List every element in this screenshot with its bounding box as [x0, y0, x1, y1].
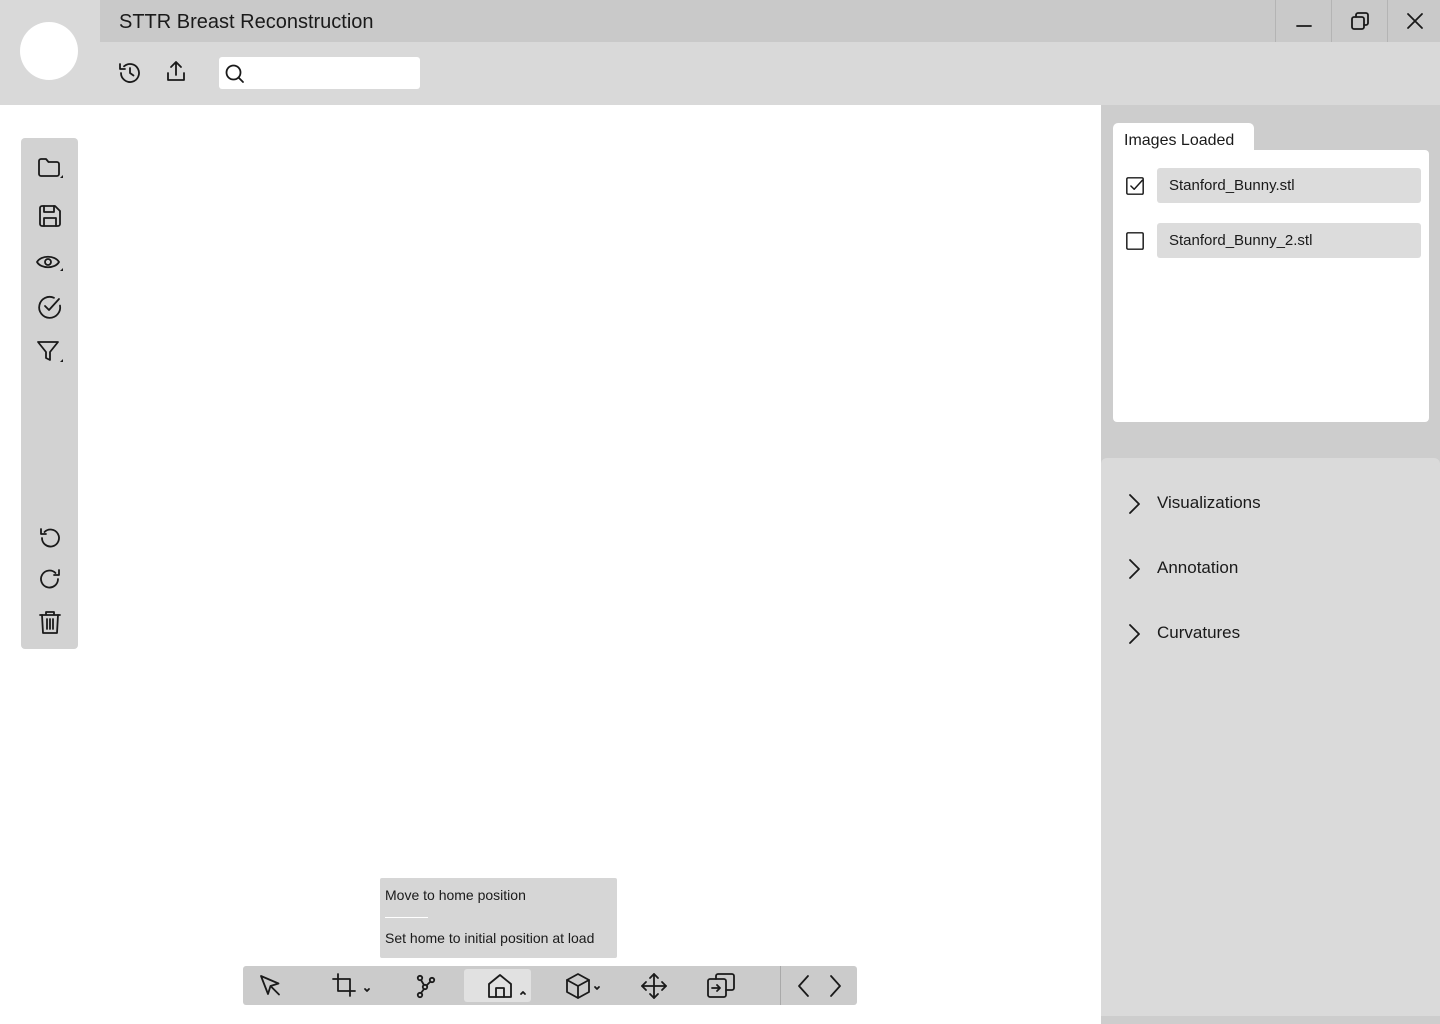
- toolbar-divider: [780, 966, 781, 1005]
- save-icon: [38, 205, 61, 227]
- minimize-icon: [1296, 25, 1312, 27]
- tab-label: Images Loaded: [1124, 132, 1235, 149]
- app-title: STTR Breast Reconstruction: [119, 11, 374, 33]
- view-icon: [35, 255, 63, 271]
- close-button[interactable]: [1387, 0, 1440, 42]
- crop-icon: [332, 972, 370, 997]
- file-chip[interactable]: Stanford_Bunny_2.stl: [1157, 223, 1421, 258]
- search-box[interactable]: [219, 57, 420, 89]
- section-annotation[interactable]: Annotation: [1101, 548, 1440, 588]
- section-label: Annotation: [1157, 558, 1239, 577]
- validate-button[interactable]: [21, 289, 78, 325]
- accordion: Visualizations Annotation Curvatures: [1101, 458, 1440, 1016]
- crop-tool-button[interactable]: [329, 969, 375, 1002]
- checkbox-checked-icon[interactable]: [1126, 177, 1144, 195]
- save-button[interactable]: [21, 198, 78, 234]
- filter-button[interactable]: [21, 334, 78, 370]
- nodes-icon: [416, 974, 436, 998]
- open-folder-icon: [37, 158, 63, 178]
- menu-divider: [385, 917, 428, 918]
- chevron-left-icon: [798, 974, 809, 997]
- search-input[interactable]: [251, 61, 415, 87]
- trash-icon: [38, 611, 61, 634]
- undo-icon: [39, 528, 60, 548]
- images-list: Stanford_Bunny.stl Stanford_Bunny_2.stl: [1113, 150, 1429, 422]
- cube-tool-button[interactable]: [561, 969, 605, 1002]
- open-folder-button[interactable]: [21, 150, 78, 186]
- left-toolbar: [21, 138, 78, 649]
- section-curvatures[interactable]: Curvatures: [1101, 613, 1440, 653]
- select-tool-button[interactable]: [253, 969, 289, 1002]
- move-tool-button[interactable]: [637, 969, 671, 1002]
- restore-button[interactable]: [1331, 0, 1388, 42]
- chevron-right-icon: [830, 974, 841, 997]
- list-item[interactable]: Stanford_Bunny.stl: [1113, 168, 1429, 204]
- share-button[interactable]: [163, 59, 189, 85]
- file-name: Stanford_Bunny.stl: [1169, 177, 1295, 194]
- share-icon: [167, 61, 185, 81]
- history-icon: [119, 63, 140, 83]
- home-menu-popup: Move to home position Set home to initia…: [380, 878, 617, 958]
- section-label: Curvatures: [1157, 623, 1241, 642]
- pointer-icon: [260, 974, 280, 995]
- bottom-toolbar: [243, 966, 857, 1005]
- file-name: Stanford_Bunny_2.stl: [1169, 232, 1313, 249]
- file-chip[interactable]: Stanford_Bunny.stl: [1157, 168, 1421, 203]
- menu-item-set-home[interactable]: Set home to initial position at load: [385, 930, 594, 946]
- redo-button[interactable]: [21, 561, 78, 597]
- close-icon: [1406, 13, 1423, 29]
- search-icon: [225, 64, 244, 83]
- app-logo: [20, 22, 78, 80]
- chevron-right-icon: [1129, 624, 1140, 644]
- check-circle-icon: [37, 295, 61, 319]
- history-button[interactable]: [117, 60, 143, 86]
- nodes-tool-button[interactable]: [409, 969, 443, 1002]
- import-tool-button[interactable]: [703, 969, 739, 1002]
- next-button[interactable]: [823, 969, 847, 1002]
- home-tool-button[interactable]: [464, 969, 531, 1002]
- minimize-button[interactable]: [1275, 0, 1332, 42]
- section-visualizations[interactable]: Visualizations: [1101, 483, 1440, 523]
- chevron-right-icon: [1129, 559, 1140, 579]
- menu-item-move-home[interactable]: Move to home position: [385, 887, 526, 903]
- cube-icon: [566, 972, 600, 999]
- import-icon: [707, 972, 735, 998]
- undo-button[interactable]: [21, 520, 78, 556]
- restore-icon: [1351, 12, 1369, 30]
- home-icon: [487, 973, 526, 998]
- list-item[interactable]: Stanford_Bunny_2.stl: [1113, 223, 1429, 259]
- move-icon: [641, 972, 667, 999]
- previous-button[interactable]: [792, 969, 816, 1002]
- filter-icon: [36, 341, 63, 362]
- delete-button[interactable]: [21, 604, 78, 640]
- view-button[interactable]: [21, 244, 78, 280]
- checkbox-icon[interactable]: [1126, 232, 1144, 250]
- redo-icon: [39, 569, 60, 589]
- chevron-right-icon: [1129, 494, 1140, 514]
- section-label: Visualizations: [1157, 493, 1261, 512]
